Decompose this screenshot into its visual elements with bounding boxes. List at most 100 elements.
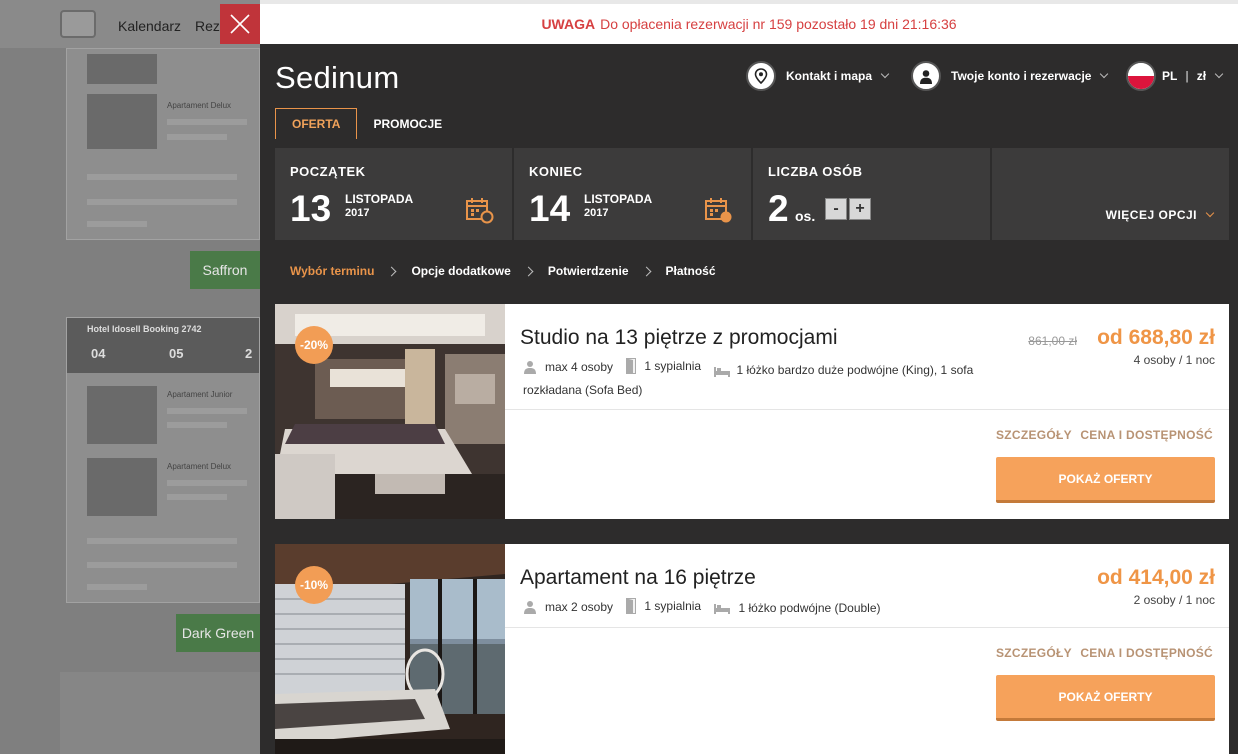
people-selector: LICZBA OSÓB 2 os. - + bbox=[753, 148, 990, 240]
guests-text: max 2 osoby bbox=[545, 600, 614, 614]
currency-label: zł bbox=[1196, 69, 1207, 83]
user-icon bbox=[911, 61, 941, 91]
details-link[interactable]: SZCZEGÓŁY bbox=[996, 646, 1072, 660]
chevron-down-icon bbox=[1100, 69, 1109, 79]
step-choose-date[interactable]: Wybór terminu bbox=[290, 264, 374, 278]
hotel-name: Sedinum bbox=[275, 60, 400, 95]
contact-map-menu[interactable]: Kontakt i mapa bbox=[746, 60, 890, 92]
people-count: 2 bbox=[768, 188, 789, 229]
background-footer bbox=[60, 672, 260, 754]
start-day: 13 bbox=[290, 188, 332, 229]
start-date-picker[interactable]: POCZĄTEK 13 LISTOPADA 2017 bbox=[275, 148, 512, 240]
person-icon bbox=[524, 601, 536, 614]
guests-feature: max 4 osoby bbox=[523, 357, 613, 377]
door-icon bbox=[626, 598, 637, 614]
offer-features: max 2 osoby 1 sypialnia 1 łóżko podwójne… bbox=[523, 596, 993, 620]
divider bbox=[505, 409, 1229, 410]
people-unit: os. bbox=[795, 208, 816, 224]
offer-features: max 4 osoby 1 sypialnia 1 łóżko bardzo d… bbox=[523, 356, 993, 400]
discount-badge: -10% bbox=[295, 566, 333, 604]
bedrooms-text: 1 sypialnia bbox=[644, 599, 702, 613]
bed-icon bbox=[714, 604, 731, 614]
location-pin-icon bbox=[746, 61, 776, 91]
price-availability-link[interactable]: CENA I DOSTĘPNOŚĆ bbox=[1080, 428, 1213, 442]
tab-offer[interactable]: OFERTA bbox=[275, 108, 358, 139]
chevron-down-icon bbox=[880, 69, 890, 79]
price-availability-link[interactable]: CENA I DOSTĘPNOŚĆ bbox=[1080, 646, 1213, 660]
warning-text: Do opłacenia rezerwacji nr 159 pozostało… bbox=[600, 16, 957, 32]
guests-feature: max 2 osoby bbox=[523, 597, 613, 617]
booking-steps-breadcrumb: Wybór terminu Opcje dodatkowe Potwierdze… bbox=[290, 264, 716, 278]
price: od 688,80 zł bbox=[1097, 326, 1215, 349]
background-preview-2: Hotel Idosell Booking 2742 04 05 2 Apart… bbox=[66, 317, 260, 603]
beds-feature: 1 łóżko podwójne (Double) bbox=[714, 598, 881, 618]
tab-promotions[interactable]: PROMOCJE bbox=[357, 108, 458, 139]
offer-title[interactable]: Apartament na 16 piętrze bbox=[520, 566, 756, 590]
poland-flag-icon bbox=[1126, 61, 1156, 91]
booking-panel: UWAGA Do opłacenia rezerwacji nr 159 poz… bbox=[260, 0, 1238, 754]
decrease-people-button[interactable]: - bbox=[825, 198, 847, 220]
room-photo[interactable]: -20% bbox=[275, 304, 505, 519]
price: od 414,00 zł bbox=[1097, 566, 1215, 589]
show-offers-button[interactable]: POKAŻ OFERTY bbox=[996, 457, 1215, 503]
account-menu[interactable]: Twoje konto i rezerwacje bbox=[911, 60, 1109, 92]
background-nav-calendar: Kalendarz bbox=[118, 18, 182, 34]
background-logo bbox=[60, 10, 96, 38]
chevron-right-icon bbox=[387, 266, 397, 276]
offer-card: -10% Apartament na 16 piętrze max 2 osob… bbox=[275, 544, 1229, 754]
price-per: 4 osoby / 1 noc bbox=[1133, 353, 1215, 367]
lang-currency-separator: | bbox=[1185, 69, 1189, 83]
chevron-down-icon bbox=[1205, 208, 1215, 218]
close-icon bbox=[230, 14, 250, 34]
end-date-picker[interactable]: KONIEC 14 LISTOPADA 2017 bbox=[514, 148, 751, 240]
step-extra-options[interactable]: Opcje dodatkowe bbox=[411, 264, 510, 278]
step-payment[interactable]: Płatność bbox=[666, 264, 716, 278]
bedrooms-feature: 1 sypialnia bbox=[626, 596, 701, 616]
bed-icon bbox=[714, 366, 731, 377]
chevron-down-icon bbox=[1214, 69, 1224, 79]
offer-tabs: OFERTA PROMOCJE bbox=[275, 108, 458, 139]
calendar-icon bbox=[466, 198, 494, 224]
increase-people-button[interactable]: + bbox=[849, 198, 871, 220]
divider bbox=[505, 627, 1229, 628]
start-date-label: POCZĄTEK bbox=[290, 164, 366, 179]
contact-map-label: Kontakt i mapa bbox=[786, 69, 873, 83]
step-confirmation[interactable]: Potwierdzenie bbox=[548, 264, 629, 278]
calendar-icon bbox=[705, 198, 732, 223]
discount-badge: -20% bbox=[295, 326, 333, 364]
language-currency-menu[interactable]: PL | zł bbox=[1126, 60, 1224, 92]
chevron-right-icon bbox=[641, 266, 651, 276]
offer-card: -20% Studio na 13 piętrze z promocjami m… bbox=[275, 304, 1229, 519]
guests-text: max 4 osoby bbox=[545, 360, 614, 374]
room-photo[interactable]: -10% bbox=[275, 544, 505, 754]
offer-title[interactable]: Studio na 13 piętrze z promocjami bbox=[520, 326, 838, 350]
more-options-label: WIĘCEJ OPCJI bbox=[1105, 208, 1197, 222]
account-label: Twoje konto i rezerwacje bbox=[951, 69, 1092, 83]
door-icon bbox=[626, 358, 637, 374]
end-day: 14 bbox=[529, 188, 571, 229]
more-options-button[interactable]: WIĘCEJ OPCJI bbox=[1105, 208, 1215, 222]
chevron-right-icon bbox=[523, 266, 534, 276]
old-price: 861,00 zł bbox=[1028, 334, 1077, 348]
start-month: LISTOPADA bbox=[345, 192, 414, 206]
end-date-label: KONIEC bbox=[529, 164, 583, 179]
show-offers-button[interactable]: POKAŻ OFERTY bbox=[996, 675, 1215, 721]
bedrooms-text: 1 sypialnia bbox=[644, 359, 702, 373]
warning-label: UWAGA bbox=[541, 16, 596, 32]
background-theme-saffron: Saffron bbox=[190, 251, 260, 289]
person-icon bbox=[524, 361, 536, 374]
end-year: 2017 bbox=[584, 207, 609, 219]
people-label: LICZBA OSÓB bbox=[768, 164, 863, 179]
close-panel-button[interactable] bbox=[220, 4, 260, 44]
payment-warning-bar: UWAGA Do opłacenia rezerwacji nr 159 poz… bbox=[260, 0, 1238, 44]
more-options-cell: WIĘCEJ OPCJI bbox=[992, 148, 1229, 240]
price-per: 2 osoby / 1 noc bbox=[1133, 593, 1215, 607]
background-preview-1: Apartament Delux bbox=[66, 48, 260, 240]
language-label: PL bbox=[1162, 69, 1178, 83]
end-month: LISTOPADA bbox=[584, 192, 653, 206]
search-bar: POCZĄTEK 13 LISTOPADA 2017 KONIEC 14 LIS… bbox=[275, 148, 1229, 240]
bedrooms-feature: 1 sypialnia bbox=[626, 356, 701, 376]
start-year: 2017 bbox=[345, 207, 370, 219]
beds-text: 1 łóżko podwójne (Double) bbox=[738, 601, 881, 615]
details-link[interactable]: SZCZEGÓŁY bbox=[996, 428, 1072, 442]
